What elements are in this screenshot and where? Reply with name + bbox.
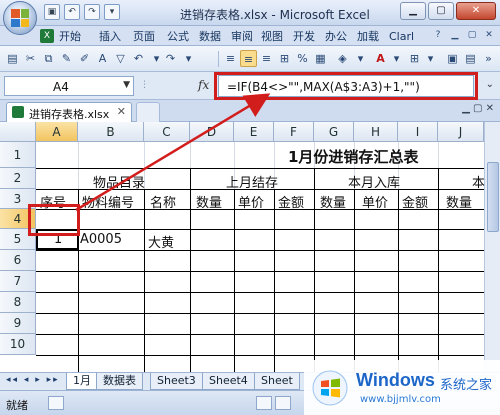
sheet-tab-5[interactable]: Sheet <box>254 373 300 390</box>
page-layout-view-icon[interactable] <box>275 396 291 410</box>
sheet-nav-arrows-icon[interactable]: ◂◂ ◂ ▸ ▸▸ <box>6 375 60 385</box>
watermark-brand: Windows <box>356 370 435 390</box>
macro-record-icon[interactable] <box>48 396 64 410</box>
watermark-url: www.bjjmlv.com <box>360 394 441 405</box>
sheet-tab-4[interactable]: Sheet4 <box>202 373 255 390</box>
annotation-arrow-icon <box>75 93 271 212</box>
office-logo-icon <box>11 9 29 27</box>
sheet-tab-2[interactable]: 数据表 <box>96 373 143 390</box>
sheet-tab-1[interactable]: 1月 <box>66 373 98 390</box>
sheet-tab-3[interactable]: Sheet3 <box>150 373 203 390</box>
watermark: Windows 系统之家 www.bjjmlv.com <box>304 360 500 415</box>
status-ready: 就绪 <box>6 399 28 412</box>
normal-view-icon[interactable] <box>256 396 272 410</box>
watermark-cn: 系统之家 <box>440 378 493 393</box>
windows-logo-icon <box>312 370 348 406</box>
office-button[interactable] <box>3 1 37 35</box>
